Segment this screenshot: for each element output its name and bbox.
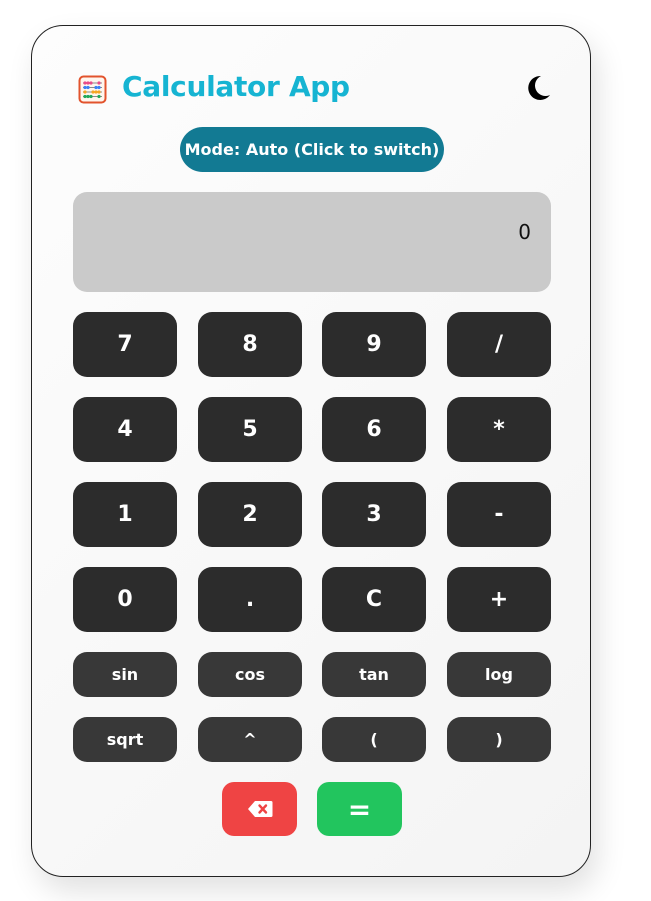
key-tan[interactable]: tan	[322, 652, 426, 697]
key-close-paren[interactable]: )	[447, 717, 551, 762]
key-subtract[interactable]: -	[447, 482, 551, 547]
key-9[interactable]: 9	[322, 312, 426, 377]
key-sqrt[interactable]: sqrt	[73, 717, 177, 762]
moon-icon[interactable]	[524, 73, 552, 103]
key-add[interactable]: +	[447, 567, 551, 632]
calculator-card: Calculator App Mode: Auto (Click to swit…	[31, 25, 591, 877]
key-6[interactable]: 6	[322, 397, 426, 462]
equals-button[interactable]: =	[317, 782, 402, 836]
key-8[interactable]: 8	[198, 312, 302, 377]
key-clear[interactable]: C	[322, 567, 426, 632]
key-1[interactable]: 1	[73, 482, 177, 547]
key-4[interactable]: 4	[73, 397, 177, 462]
mode-toggle-button[interactable]: Mode: Auto (Click to switch)	[180, 127, 444, 172]
key-sin[interactable]: sin	[73, 652, 177, 697]
backspace-icon	[247, 801, 272, 817]
key-log[interactable]: log	[447, 652, 551, 697]
display-value: 0	[518, 220, 531, 244]
calculator-display: 0	[73, 192, 551, 292]
key-cos[interactable]: cos	[198, 652, 302, 697]
key-7[interactable]: 7	[73, 312, 177, 377]
app-title: Calculator App	[122, 70, 350, 103]
abacus-icon	[78, 75, 107, 104]
key-2[interactable]: 2	[198, 482, 302, 547]
key-divide[interactable]: /	[447, 312, 551, 377]
key-3[interactable]: 3	[322, 482, 426, 547]
backspace-button[interactable]	[222, 782, 297, 836]
key-open-paren[interactable]: (	[322, 717, 426, 762]
key-power[interactable]: ^	[198, 717, 302, 762]
key-multiply[interactable]: *	[447, 397, 551, 462]
key-decimal[interactable]: .	[198, 567, 302, 632]
key-5[interactable]: 5	[198, 397, 302, 462]
key-0[interactable]: 0	[73, 567, 177, 632]
